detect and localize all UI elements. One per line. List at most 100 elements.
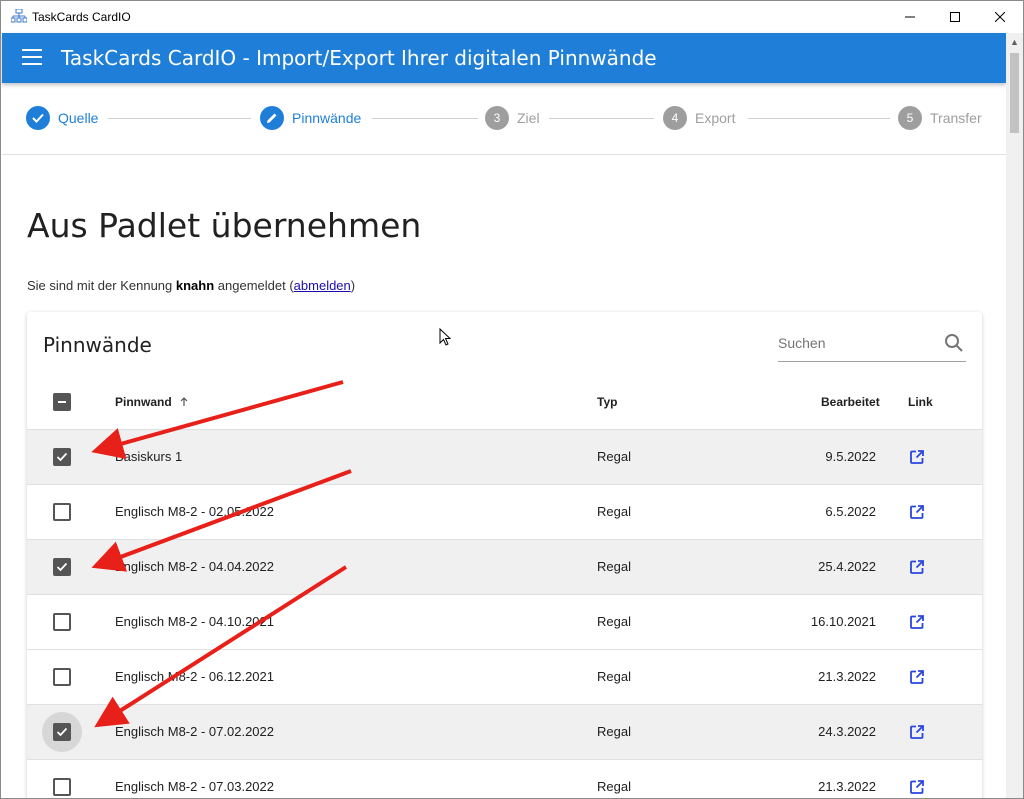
minimize-button[interactable] — [887, 1, 933, 33]
open-external-icon[interactable] — [909, 504, 925, 520]
step-label: Export — [695, 110, 736, 126]
row-checkbox[interactable] — [53, 723, 71, 741]
table-row[interactable]: Englisch M8-2 - 06.12.2021 Regal 21.3.20… — [27, 650, 982, 705]
pinnwand-edited: 6.5.2022 — [825, 504, 876, 519]
column-header-name[interactable]: Pinnwand — [115, 395, 189, 409]
pinnwand-name: Englisch M8-2 - 04.04.2022 — [115, 559, 274, 574]
pinnwand-type: Regal — [597, 614, 631, 629]
row-checkbox[interactable] — [53, 558, 71, 576]
checkmark-icon — [56, 452, 68, 462]
step-number: 5 — [898, 106, 922, 130]
step-connector — [549, 118, 654, 119]
column-header-type[interactable]: Typ — [597, 395, 617, 409]
wizard-stepper: Quelle Pinnwände 3 Ziel 4 Export 5 Trans… — [2, 83, 1006, 155]
pinnwand-name: Basiskurs 1 — [115, 449, 183, 464]
pinnwand-name: Englisch M8-2 - 04.10.2021 — [115, 614, 274, 629]
table-header: Pinnwand Typ Bearbeitet Link — [27, 376, 982, 430]
step-number: 4 — [663, 106, 687, 130]
vertical-scrollbar[interactable]: ▲ — [1006, 33, 1023, 798]
pinnwand-type: Regal — [597, 449, 631, 464]
pinnwand-edited: 24.3.2022 — [818, 724, 876, 739]
column-header-edited[interactable]: Bearbeitet — [821, 395, 880, 409]
step-pinnwaende[interactable]: Pinnwände — [260, 106, 361, 130]
app-title: TaskCards CardIO - Import/Export Ihrer d… — [61, 46, 657, 70]
row-checkbox[interactable] — [53, 503, 71, 521]
pencil-icon — [260, 106, 284, 130]
row-checkbox[interactable] — [53, 448, 71, 466]
pinnwand-name: Englisch M8-2 - 07.03.2022 — [115, 779, 274, 794]
step-quelle[interactable]: Quelle — [26, 106, 98, 130]
search-icon[interactable] — [944, 333, 964, 353]
logout-link[interactable]: abmelden — [294, 278, 351, 293]
table-row[interactable]: Englisch M8-2 - 04.10.2021 Regal 16.10.2… — [27, 595, 982, 650]
page-title: Aus Padlet übernehmen — [27, 206, 422, 245]
pinnwand-name: Englisch M8-2 - 06.12.2021 — [115, 669, 274, 684]
login-prefix: Sie sind mit der Kennung — [27, 278, 176, 293]
login-status: Sie sind mit der Kennung knahn angemelde… — [27, 278, 355, 293]
step-number: 3 — [485, 106, 509, 130]
indeterminate-icon — [58, 401, 66, 403]
app-icon — [11, 9, 27, 23]
maximize-button[interactable] — [932, 1, 978, 33]
login-suffix: ) — [350, 278, 356, 293]
close-icon — [995, 12, 1005, 22]
minimize-icon — [905, 16, 915, 18]
row-checkbox[interactable] — [53, 668, 71, 686]
scrollbar-thumb[interactable] — [1010, 53, 1019, 133]
login-middle: angemeldet ( — [214, 278, 294, 293]
pinnwand-edited: 21.3.2022 — [818, 669, 876, 684]
pinnwand-name: Englisch M8-2 - 02.05.2022 — [115, 504, 274, 519]
hamburger-menu-icon[interactable] — [22, 49, 42, 65]
pinnwand-type: Regal — [597, 559, 631, 574]
maximize-icon — [950, 12, 960, 22]
pinnwand-edited: 25.4.2022 — [818, 559, 876, 574]
mouse-cursor-icon — [439, 328, 452, 346]
window-title: TaskCards CardIO — [32, 10, 131, 24]
step-connector — [372, 118, 478, 119]
column-name-label: Pinnwand — [115, 395, 172, 409]
checkmark-icon — [56, 727, 68, 737]
open-external-icon[interactable] — [909, 669, 925, 685]
check-icon — [26, 106, 50, 130]
step-label: Transfer — [930, 110, 982, 126]
table-row[interactable]: Englisch M8-2 - 04.04.2022 Regal 25.4.20… — [27, 540, 982, 595]
search-placeholder: Suchen — [778, 335, 826, 351]
step-label: Quelle — [58, 110, 99, 126]
step-transfer[interactable]: 5 Transfer — [898, 106, 982, 130]
table-row[interactable]: Basiskurs 1 Regal 9.5.2022 — [27, 430, 982, 485]
pinnwand-edited: 9.5.2022 — [825, 449, 876, 464]
window-titlebar: TaskCards CardIO — [1, 1, 1023, 33]
row-checkbox[interactable] — [53, 778, 71, 796]
pinnwand-name: Englisch M8-2 - 07.02.2022 — [115, 724, 274, 739]
open-external-icon[interactable] — [909, 614, 925, 630]
select-all-checkbox[interactable] — [53, 393, 71, 411]
pinnwand-type: Regal — [597, 669, 631, 684]
table-row[interactable]: Englisch M8-2 - 07.03.2022 Regal 21.3.20… — [27, 760, 982, 798]
pinnwand-type: Regal — [597, 779, 631, 794]
checkmark-icon — [56, 562, 68, 572]
step-ziel[interactable]: 3 Ziel — [485, 106, 540, 130]
close-button[interactable] — [977, 1, 1023, 33]
sort-ascending-icon — [180, 397, 188, 406]
column-header-link: Link — [908, 395, 933, 409]
open-external-icon[interactable] — [909, 724, 925, 740]
row-checkbox[interactable] — [53, 613, 71, 631]
username: knahn — [175, 278, 215, 293]
open-external-icon[interactable] — [909, 449, 925, 465]
scroll-up-arrow-icon[interactable]: ▲ — [1010, 37, 1019, 47]
pinnwand-type: Regal — [597, 724, 631, 739]
table-row[interactable]: Englisch M8-2 - 07.02.2022 Regal 24.3.20… — [27, 705, 982, 760]
pinnwand-type: Regal — [597, 504, 631, 519]
table-row[interactable]: Englisch M8-2 - 02.05.2022 Regal 6.5.202… — [27, 485, 982, 540]
step-export[interactable]: 4 Export — [663, 106, 735, 130]
search-input[interactable]: Suchen — [778, 326, 966, 362]
step-connector — [748, 118, 890, 119]
step-label: Pinnwände — [292, 110, 362, 126]
app-bar: TaskCards CardIO - Import/Export Ihrer d… — [2, 33, 1006, 83]
open-external-icon[interactable] — [909, 779, 925, 795]
pinnwand-edited: 21.3.2022 — [818, 779, 876, 794]
step-connector — [108, 118, 251, 119]
step-label: Ziel — [517, 110, 540, 126]
open-external-icon[interactable] — [909, 559, 925, 575]
pinnwand-table-card: Pinnwände Suchen Pinnwand Typ Bearbeitet… — [27, 312, 982, 798]
